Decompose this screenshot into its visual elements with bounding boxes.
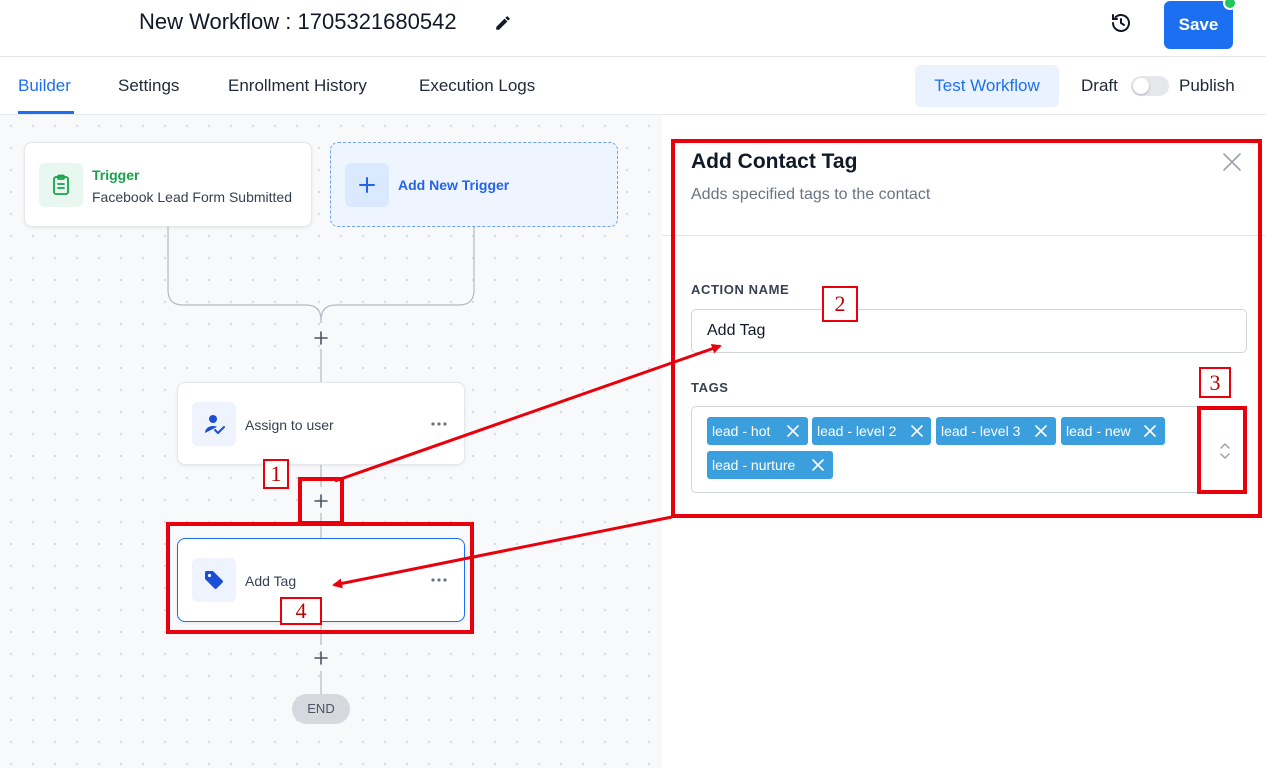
tab-bar: Builder Settings Enrollment History Exec… bbox=[0, 57, 1266, 115]
assign-icon-box bbox=[192, 402, 236, 446]
save-button[interactable]: Save bbox=[1164, 1, 1233, 49]
unsaved-indicator-dot bbox=[1223, 0, 1237, 10]
draft-label: Draft bbox=[1081, 76, 1118, 95]
toggle-knob bbox=[1133, 78, 1149, 94]
annotation-number-4: 4 bbox=[280, 597, 322, 625]
publish-toggle[interactable] bbox=[1131, 76, 1169, 96]
test-workflow-button[interactable]: Test Workflow bbox=[915, 65, 1059, 107]
history-icon[interactable] bbox=[1109, 11, 1133, 35]
trigger-subtitle: Facebook Lead Form Submitted bbox=[92, 189, 292, 205]
annotation-number-2: 2 bbox=[822, 286, 858, 322]
top-header: New Workflow : 1705321680542 Save bbox=[0, 0, 1266, 57]
step-label: Assign to user bbox=[245, 417, 334, 433]
add-step-plus-icon[interactable] bbox=[313, 330, 329, 346]
clipboard-icon bbox=[53, 174, 69, 195]
pencil-icon[interactable] bbox=[494, 14, 512, 32]
workflow-canvas[interactable]: Trigger Facebook Lead Form Submitted Add… bbox=[0, 115, 662, 768]
more-options-icon[interactable] bbox=[429, 414, 449, 434]
publish-label: Publish bbox=[1179, 76, 1235, 95]
assign-to-user-step-card[interactable]: Assign to user bbox=[177, 382, 465, 465]
annotation-box-panel bbox=[671, 139, 1262, 518]
annotation-box-plus bbox=[298, 477, 344, 525]
annotation-number-1: 1 bbox=[263, 459, 289, 489]
tab-settings[interactable]: Settings bbox=[118, 76, 179, 96]
trigger-card[interactable]: Trigger Facebook Lead Form Submitted bbox=[24, 142, 312, 227]
user-check-icon bbox=[205, 415, 225, 434]
annotation-number-3: 3 bbox=[1199, 367, 1231, 398]
end-node: END bbox=[292, 694, 350, 724]
add-new-trigger-label: Add New Trigger bbox=[398, 177, 510, 193]
add-step-plus-icon[interactable] bbox=[313, 650, 329, 666]
add-new-trigger-card[interactable]: Add New Trigger bbox=[330, 142, 618, 227]
trigger-icon-box bbox=[39, 163, 83, 207]
trigger-title: Trigger bbox=[92, 167, 140, 183]
tab-builder[interactable]: Builder bbox=[18, 76, 71, 96]
active-tab-indicator bbox=[18, 111, 74, 114]
plus-icon bbox=[359, 177, 375, 193]
tab-enrollment-history[interactable]: Enrollment History bbox=[228, 76, 367, 96]
tab-execution-logs[interactable]: Execution Logs bbox=[419, 76, 535, 96]
annotation-box-arrows bbox=[1197, 406, 1247, 494]
workflow-title: New Workflow : 1705321680542 bbox=[139, 9, 457, 34]
add-trigger-icon-box bbox=[345, 163, 389, 207]
